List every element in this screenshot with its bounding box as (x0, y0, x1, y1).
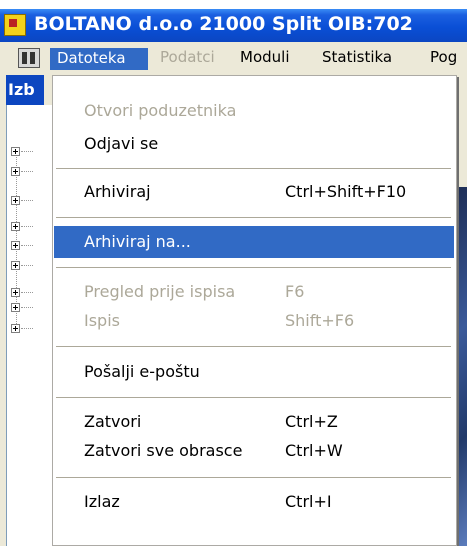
expand-icon[interactable] (11, 147, 20, 156)
menu-item-label: Zatvori sve obrasce (84, 441, 243, 460)
menu-item-label: Zatvori (84, 412, 142, 431)
document-icon[interactable] (18, 48, 40, 68)
expand-icon[interactable] (11, 241, 20, 250)
menu-item-pregled-prije-ispisa[interactable]: Pregled prije ispisa F6 (54, 276, 454, 308)
menu-pog[interactable]: Pog (430, 48, 457, 70)
menu-datoteka[interactable]: Datoteka (50, 48, 148, 70)
menu-item-shortcut: Ctrl+W (285, 441, 343, 460)
menu-item-otvori-poduzetnika[interactable]: Otvori poduzetnika (54, 95, 454, 127)
menu-item-label: Ispis (84, 311, 120, 330)
menu-item-label: Otvori poduzetnika (84, 101, 237, 120)
menu-separator (56, 168, 451, 169)
menu-item-odjavi-se[interactable]: Odjavi se (54, 128, 454, 160)
expand-icon[interactable] (11, 288, 20, 297)
menu-item-label: Pošalji e-poštu (84, 362, 200, 381)
menu-item-label: Arhiviraj na... (84, 232, 191, 251)
menu-item-shortcut: Ctrl+Z (285, 412, 338, 431)
menu-item-zatvori[interactable]: Zatvori Ctrl+Z (54, 406, 454, 438)
menu-item-shortcut: Shift+F6 (285, 311, 355, 330)
expand-icon[interactable] (11, 167, 20, 176)
file-menu-dropdown: Otvori poduzetnika Odjavi se Arhiviraj C… (52, 75, 457, 546)
app-icon (4, 14, 26, 36)
tree-connector (21, 328, 33, 329)
menu-separator (56, 346, 451, 347)
tree-connector (21, 151, 33, 152)
menu-item-shortcut: Ctrl+I (285, 492, 332, 511)
menu-item-ispis[interactable]: Ispis Shift+F6 (54, 305, 454, 337)
menu-item-shortcut: F6 (285, 282, 305, 301)
title-bar: BOLTANO d.o.o 21000 Split OIB:702 (0, 9, 467, 42)
menu-item-izlaz[interactable]: Izlaz Ctrl+I (54, 486, 454, 518)
tree-connector (21, 171, 33, 172)
menu-item-shortcut: Ctrl+Shift+F10 (285, 182, 407, 201)
window-title: BOLTANO d.o.o 21000 Split OIB:702 (34, 13, 413, 35)
tree-connector (21, 200, 33, 201)
menu-separator (56, 477, 451, 478)
menu-datoteka-label: Datoteka (57, 49, 126, 67)
expand-icon[interactable] (11, 196, 20, 205)
expand-icon[interactable] (11, 261, 20, 270)
menu-item-zatvori-sve-obrasce[interactable]: Zatvori sve obrasce Ctrl+W (54, 435, 454, 467)
tree-connector (21, 245, 33, 246)
menu-separator (56, 267, 451, 268)
tree-connector (21, 307, 33, 308)
menu-item-label: Izlaz (84, 492, 120, 511)
menu-item-posalji-e-postu[interactable]: Pošalji e-poštu (54, 356, 454, 388)
menu-statistika[interactable]: Statistika (322, 48, 392, 70)
menu-item-label: Arhiviraj (84, 182, 151, 201)
menu-bar: Datoteka Podatci Moduli Statistika Pog (0, 42, 467, 75)
menu-item-arhiviraj[interactable]: Arhiviraj Ctrl+Shift+F10 (54, 176, 454, 208)
expand-icon[interactable] (11, 222, 20, 231)
expand-icon[interactable] (11, 324, 20, 333)
menu-separator (56, 397, 451, 398)
expand-icon[interactable] (11, 303, 20, 312)
menu-item-label: Pregled prije ispisa (84, 282, 236, 301)
background-area (456, 75, 467, 546)
top-strip (0, 0, 467, 9)
tree-connector (21, 226, 33, 227)
menu-item-label: Odjavi se (84, 134, 159, 153)
sidebar-header: Izb (6, 75, 44, 105)
background-image (456, 187, 467, 546)
menu-moduli[interactable]: Moduli (240, 48, 289, 70)
menu-separator (56, 217, 451, 218)
tree-connector (21, 265, 33, 266)
tree-connector (21, 292, 33, 293)
menu-podatci[interactable]: Podatci (160, 48, 215, 70)
menu-item-arhiviraj-na[interactable]: Arhiviraj na... (54, 226, 454, 258)
